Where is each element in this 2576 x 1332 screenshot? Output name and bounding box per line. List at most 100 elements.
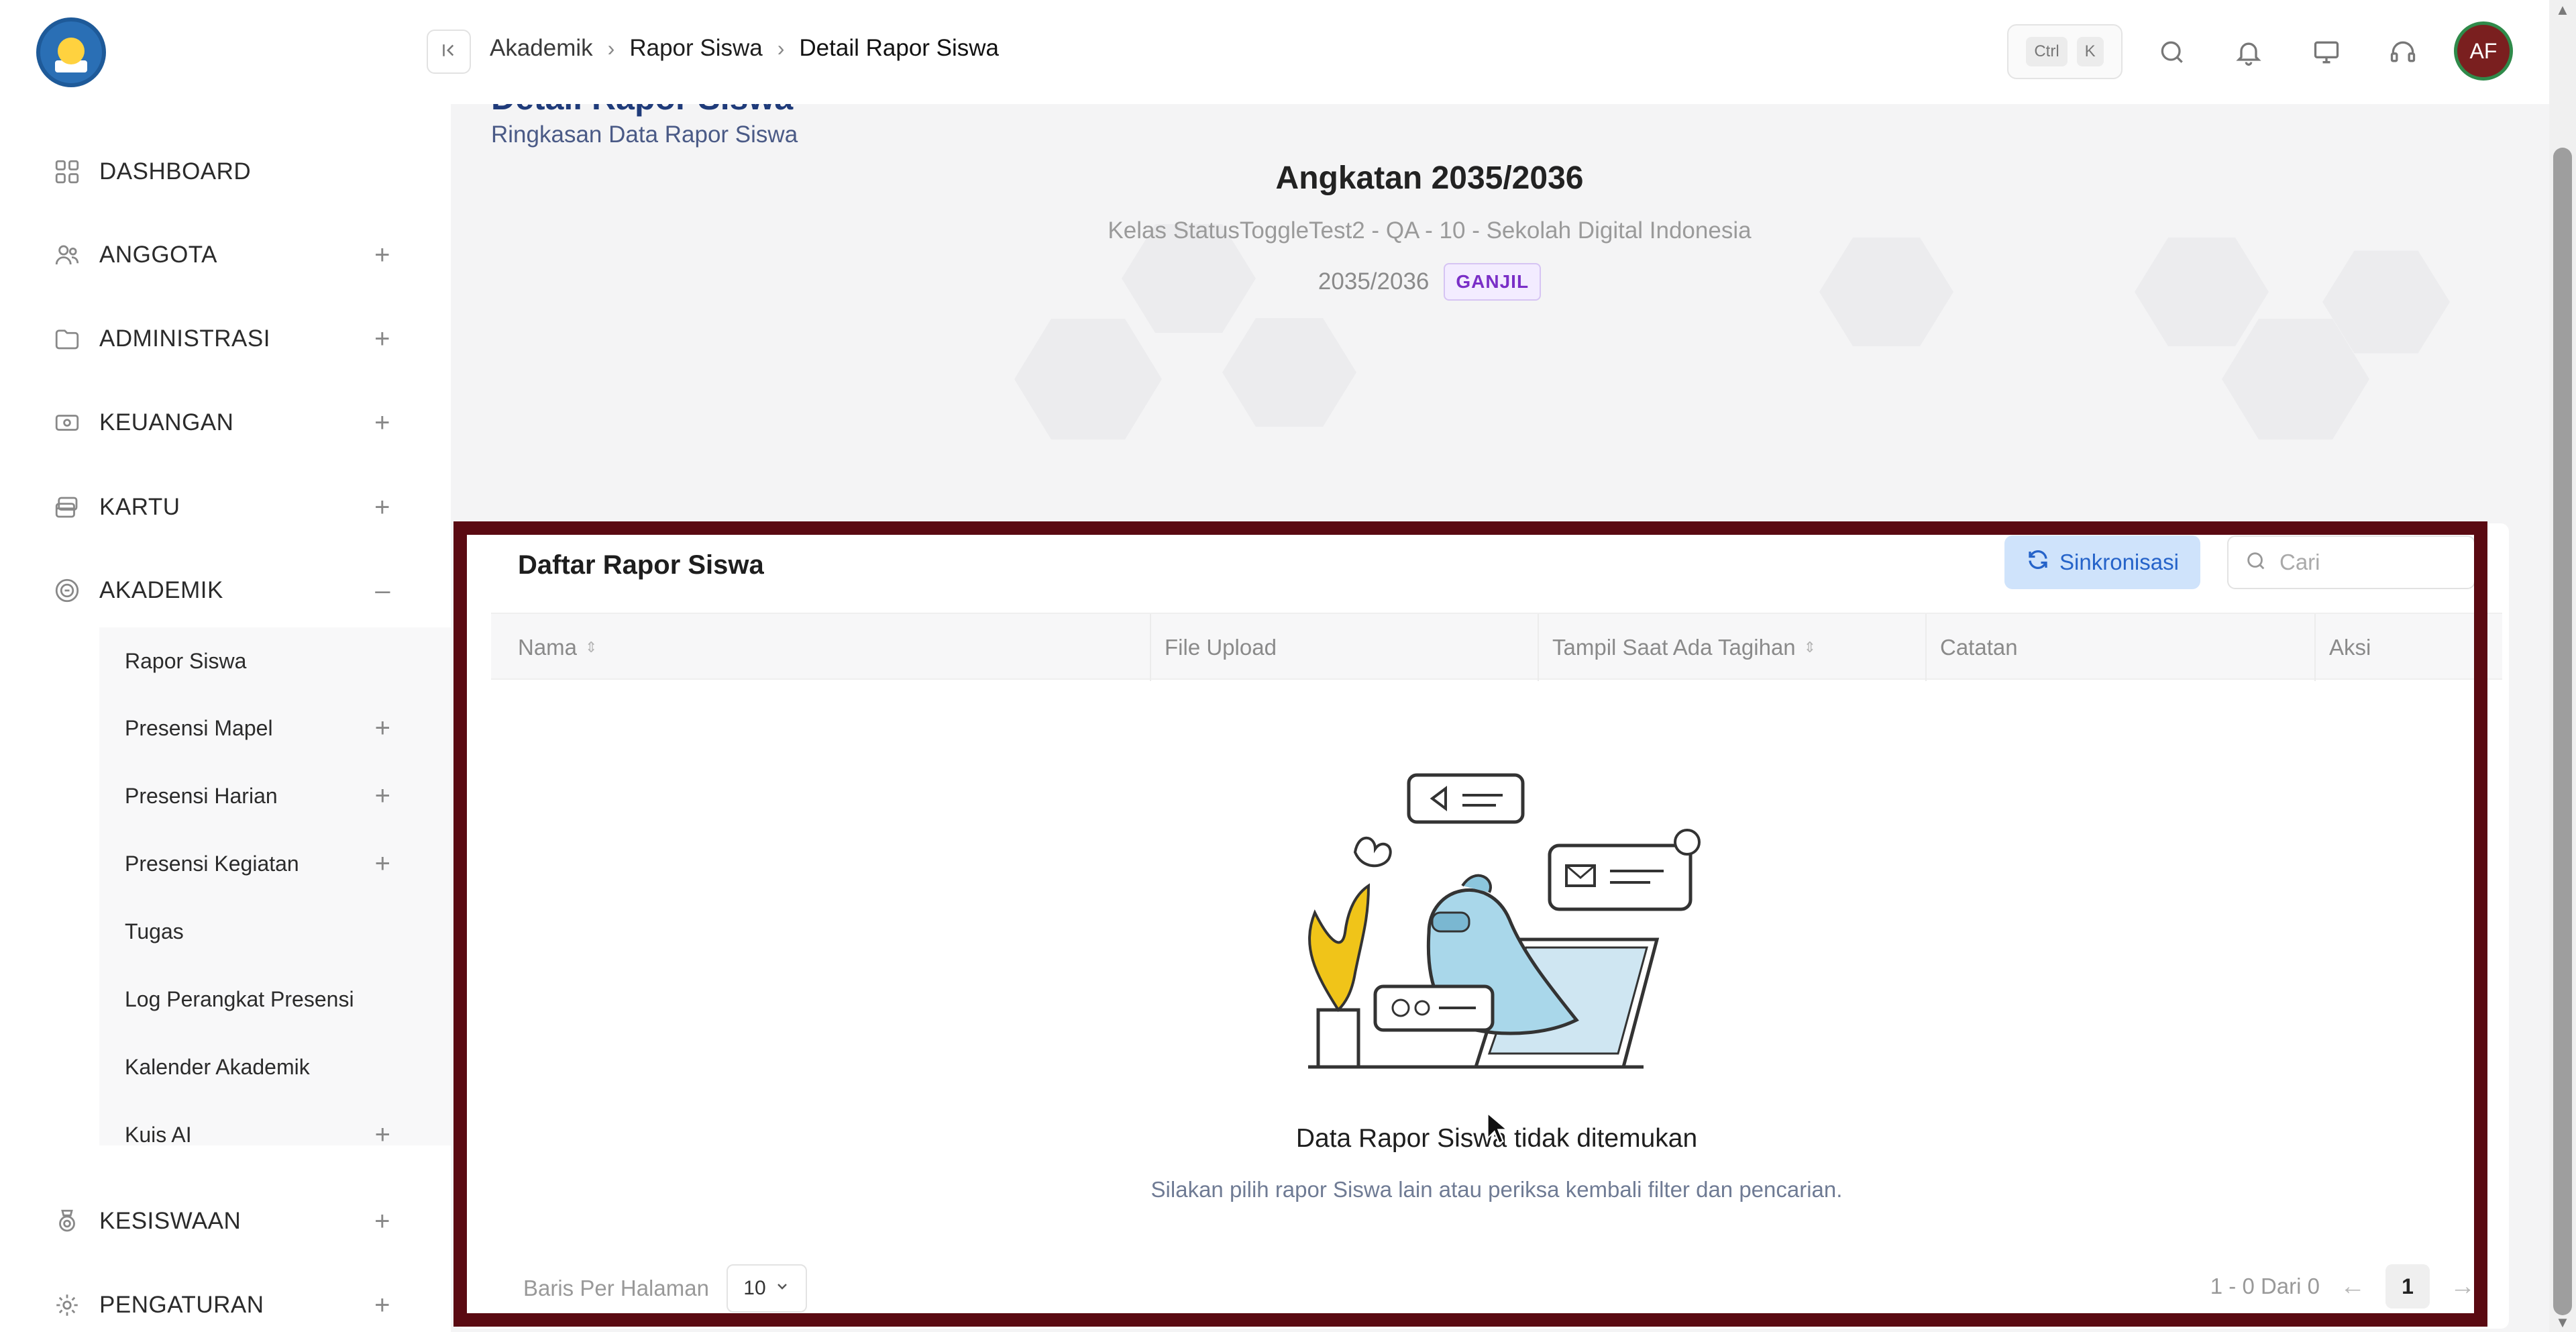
expand-plus-icon[interactable]: + [375, 713, 390, 744]
expand-plus-icon[interactable]: + [374, 324, 390, 354]
page-title: Detail Rapor Siswa [491, 104, 793, 117]
sidebar-item-label: KESISWAAN [99, 1208, 241, 1234]
mouse-cursor-icon [1487, 1111, 1509, 1145]
sidebar-item-label: PENGATURAN [99, 1292, 264, 1318]
bell-icon[interactable] [2231, 35, 2266, 70]
expand-plus-icon[interactable]: + [374, 240, 390, 270]
sidebar-item-label: KARTU [99, 494, 180, 520]
scrollbar-thumb[interactable] [2553, 148, 2572, 1315]
money-icon [52, 408, 82, 438]
list-title: Daftar Rapor Siswa [518, 550, 764, 580]
sort-icon[interactable]: ⇕ [585, 640, 597, 655]
sidebar-item-label: KEUANGAN [99, 409, 234, 436]
column-header-nama[interactable]: Nama ⇕ [518, 614, 597, 681]
chevron-down-icon [774, 1277, 790, 1300]
hex-decoration [1222, 318, 1356, 427]
kbd-ctrl: Ctrl [2026, 37, 2068, 66]
column-header-label: Aksi [2329, 635, 2371, 660]
breadcrumb: Akademik › Rapor Siswa › Detail Rapor Si… [490, 35, 999, 62]
cards-icon [52, 493, 82, 522]
breadcrumb-item-akademik[interactable]: Akademik [490, 35, 593, 62]
sidebar-subitem-label: Presensi Harian [125, 783, 278, 808]
sidebar-item-anggota[interactable]: ANGGOTA + [0, 221, 451, 289]
sidebar-subitem-presensi-harian[interactable]: Presensi Harian + [0, 762, 451, 829]
search-icon[interactable] [2155, 35, 2190, 70]
sidebar-item-akademik[interactable]: AKADEMIK – [0, 557, 451, 624]
expand-plus-icon[interactable]: + [374, 1290, 390, 1321]
search-field[interactable] [2227, 535, 2475, 589]
pagination: 1 - 0 Dari 0 ← 1 → [2210, 1264, 2475, 1309]
sidebar-subitem-label: Presensi Mapel [125, 715, 273, 740]
page-number-button[interactable]: 1 [2385, 1264, 2430, 1309]
sidebar-subitem-rapor-siswa[interactable]: Rapor Siswa [0, 627, 451, 695]
semester-badge: GANJIL [1444, 263, 1542, 301]
page-subtitle: Ringkasan Data Rapor Siswa [491, 121, 798, 148]
sidebar-subitem-kalender-akademik[interactable]: Kalender Akademik [0, 1033, 451, 1100]
sidebar-item-dashboard[interactable]: DASHBOARD [0, 138, 451, 205]
hero-year-row: 2035/2036 GANJIL [451, 263, 2408, 301]
academic-year: 2035/2036 [1318, 268, 1430, 295]
column-header-tampil-saat-ada-tagihan[interactable]: Tampil Saat Ada Tagihan ⇕ [1537, 614, 1816, 681]
column-header-label: Tampil Saat Ada Tagihan [1552, 635, 1796, 660]
chevron-right-icon: › [777, 36, 785, 60]
collapse-minus-icon[interactable]: – [375, 576, 390, 606]
sync-button[interactable]: Sinkronisasi [2004, 535, 2200, 589]
sidebar-item-administrasi[interactable]: ADMINISTRASI + [0, 305, 451, 372]
rows-per-page-label: Baris Per Halaman [523, 1276, 709, 1300]
sidebar-subitem-presensi-mapel[interactable]: Presensi Mapel + [0, 695, 451, 762]
expand-plus-icon[interactable]: + [374, 1207, 390, 1237]
scroll-up-arrow-icon[interactable]: ▲ [2553, 1, 2572, 18]
sidebar-subitem-kuis-ai[interactable]: Kuis AI + [0, 1101, 451, 1168]
column-header-aksi: Aksi [2314, 614, 2371, 681]
expand-plus-icon[interactable]: + [374, 493, 390, 523]
sidebar-subitem-log-perangkat-presensi[interactable]: Log Perangkat Presensi [0, 966, 451, 1033]
chevron-right-icon: › [607, 36, 615, 60]
hex-decoration [1014, 319, 1162, 440]
empty-state-illustration [1308, 773, 1701, 1069]
sidebar-subitem-label: Presensi Kegiatan [125, 851, 299, 876]
sync-button-label: Sinkronisasi [2059, 550, 2179, 574]
sidebar-item-label: ADMINISTRASI [99, 325, 270, 352]
monitor-icon[interactable] [2309, 35, 2344, 70]
sidebar-subitem-label: Kuis AI [125, 1122, 192, 1147]
next-page-button[interactable]: → [2450, 1272, 2475, 1301]
rows-per-page-select[interactable]: 10 [726, 1264, 807, 1313]
search-input[interactable] [2279, 550, 2454, 575]
settings-icon [52, 1290, 82, 1320]
sidebar-item-keuangan[interactable]: KEUANGAN + [0, 389, 451, 456]
sidebar-item-label: ANGGOTA [99, 242, 217, 268]
academic-icon [52, 576, 82, 605]
empty-state-subtitle: Silakan pilih rapor Siswa lain atau peri… [1150, 1177, 1843, 1202]
sidebar-subitem-tugas[interactable]: Tugas [0, 898, 451, 965]
expand-plus-icon[interactable]: + [375, 1120, 390, 1150]
sidebar-item-kartu[interactable]: KARTU + [0, 474, 451, 541]
hero-subtitle: Kelas StatusToggleTest2 - QA - 10 - Seko… [1108, 217, 1752, 244]
column-header-catatan: Catatan [1925, 614, 2018, 681]
sidebar-subitem-label: Kalender Akademik [125, 1054, 310, 1079]
sort-icon[interactable]: ⇕ [1804, 640, 1816, 655]
folder-icon [52, 324, 82, 354]
prev-page-button[interactable]: ← [2340, 1272, 2365, 1301]
sidebar-subitem-label: Tugas [125, 919, 184, 943]
column-header-label: Nama [518, 635, 578, 660]
expand-plus-icon[interactable]: + [375, 781, 390, 811]
scroll-down-arrow-icon[interactable]: ▼ [2553, 1314, 2572, 1331]
school-logo[interactable] [36, 17, 106, 87]
expand-plus-icon[interactable]: + [374, 408, 390, 438]
table-header: Nama ⇕ File Upload Tampil Saat Ada Tagih… [491, 613, 2502, 681]
sidebar-subitem-presensi-kegiatan[interactable]: Presensi Kegiatan + [0, 830, 451, 897]
sidebar-item-kesiswaan[interactable]: KESISWAAN + [0, 1188, 451, 1255]
hero-title: Angkatan 2035/2036 [1275, 160, 1584, 196]
sidebar-item-pengaturan[interactable]: PENGATURAN + [0, 1272, 451, 1332]
column-header-label: File Upload [1165, 635, 1277, 660]
headset-icon[interactable] [2385, 35, 2420, 70]
collapse-sidebar-button[interactable] [427, 30, 471, 74]
command-palette-shortcut[interactable]: Ctrl K [2007, 24, 2123, 79]
rows-per-page-value: 10 [743, 1277, 766, 1299]
expand-plus-icon[interactable]: + [375, 849, 390, 879]
avatar[interactable]: AF [2454, 21, 2513, 81]
breadcrumb-item-rapor-siswa[interactable]: Rapor Siswa [629, 35, 762, 62]
sidebar-item-label: DASHBOARD [99, 158, 252, 185]
collapse-left-icon [439, 40, 459, 64]
breadcrumb-item-current: Detail Rapor Siswa [799, 35, 1000, 61]
